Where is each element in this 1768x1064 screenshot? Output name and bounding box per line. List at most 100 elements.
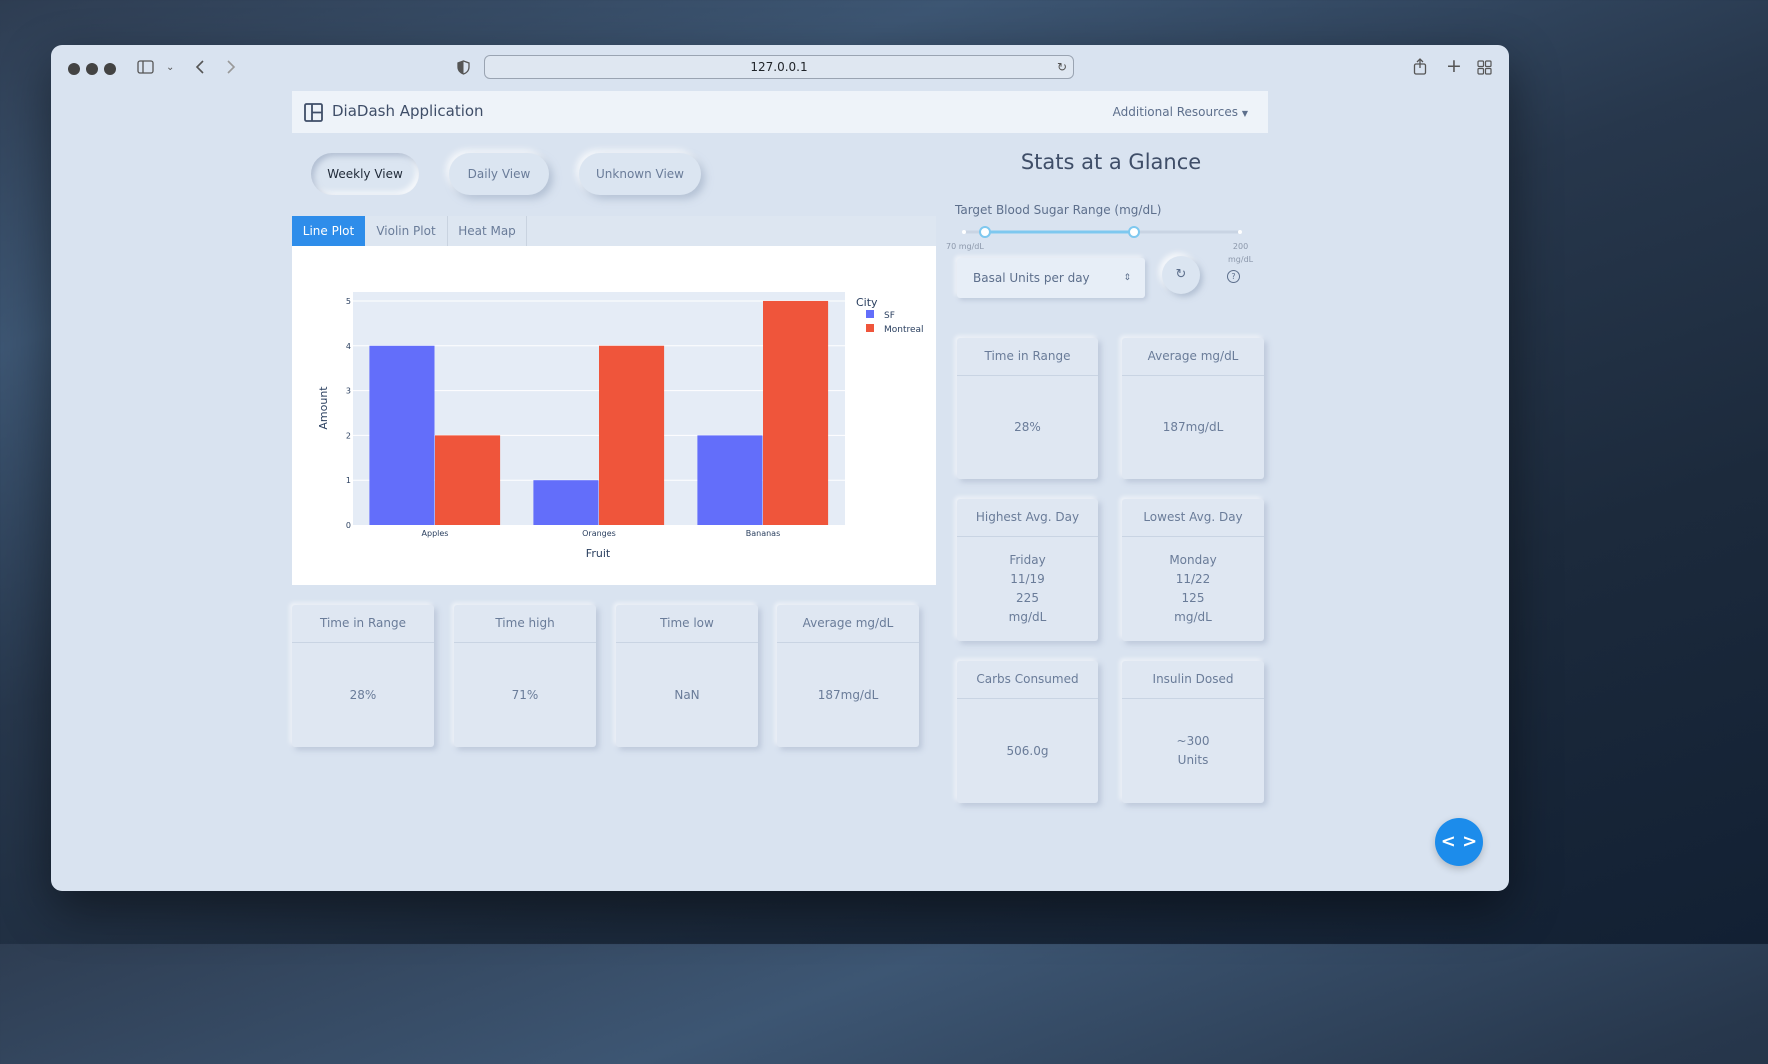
- y-axis-label: Amount: [317, 386, 330, 430]
- y-tick-label: 1: [346, 476, 351, 485]
- legend-item[interactable]: SF: [884, 311, 895, 321]
- x-tick-label: Bananas: [746, 529, 781, 538]
- card-value: 71%: [511, 687, 539, 702]
- code-icon: < >: [1440, 831, 1478, 852]
- slider-max-unit: mg/dL: [1228, 255, 1254, 264]
- tab-heat-map[interactable]: Heat Map: [448, 216, 527, 246]
- card-title: Time low: [616, 605, 758, 643]
- carbs-consumed-card: Carbs Consumed 506.0g: [957, 661, 1098, 803]
- legend-title: City: [856, 296, 878, 309]
- url-text: 127.0.0.1: [750, 60, 808, 74]
- y-tick-label: 5: [346, 297, 351, 306]
- card-title: Time high: [454, 605, 596, 643]
- card-value: 187mg/dL: [817, 687, 879, 702]
- chevron-down-icon[interactable]: ⌄: [166, 60, 174, 76]
- lowest-avg-day-card: Lowest Avg. Day Monday 11/22 125 mg/dL: [1122, 499, 1264, 641]
- chart-panel: 0 1 2 3 4 5 Apples Oranges Bananas Fruit Amount…: [292, 246, 936, 585]
- card-title: Lowest Avg. Day: [1122, 499, 1264, 537]
- slider-min-label: 70 mg/dL: [946, 242, 984, 251]
- card-title: Time in Range: [292, 605, 434, 643]
- refresh-button[interactable]: ↻: [1162, 256, 1200, 294]
- new-tab-icon[interactable]: +: [1446, 57, 1462, 76]
- bar-sf-bananas[interactable]: [697, 435, 763, 525]
- card-title: Carbs Consumed: [957, 661, 1098, 699]
- help-icon[interactable]: ?: [1227, 270, 1240, 283]
- legend-swatch[interactable]: [866, 310, 874, 318]
- slider-handle-low[interactable]: [979, 226, 991, 238]
- stats-title: Stats at a Glance: [1020, 150, 1202, 174]
- additional-resources-dropdown[interactable]: Additional Resources ▼: [1113, 105, 1248, 119]
- card-value: 28%: [349, 687, 377, 702]
- stats-average-card: Average mg/dL 187mg/dL: [1122, 338, 1264, 479]
- card-value: Monday 11/22 125 mg/dL: [1169, 553, 1217, 624]
- sidebar-toggle-icon[interactable]: [137, 60, 154, 77]
- code-toggle-button[interactable]: < >: [1435, 818, 1483, 866]
- bar-chart[interactable]: 0 1 2 3 4 5 Apples Oranges Bananas Fruit Amount…: [292, 246, 936, 585]
- card-value: NaN: [674, 687, 700, 702]
- tab-line-plot[interactable]: Line Plot: [292, 216, 365, 246]
- y-tick-label: 3: [346, 387, 351, 396]
- stats-time-in-range-card: Time in Range 28%: [957, 338, 1098, 479]
- x-axis-label: Fruit: [586, 547, 611, 560]
- bar-montreal-bananas[interactable]: [763, 300, 829, 525]
- tab-violin-plot[interactable]: Violin Plot: [365, 216, 448, 246]
- card-title: Time in Range: [957, 338, 1098, 376]
- x-tick-label: Oranges: [582, 529, 616, 538]
- additional-resources-label: Additional Resources: [1112, 105, 1239, 119]
- basal-units-input[interactable]: Basal Units per day ⇕: [957, 258, 1145, 298]
- slider-mark: [962, 230, 966, 234]
- time-low-card: Time low NaN: [616, 605, 758, 747]
- time-in-range-card: Time in Range 28%: [292, 605, 434, 747]
- refresh-icon: ↻: [1175, 267, 1187, 282]
- blood-sugar-range-slider[interactable]: [956, 223, 1256, 243]
- forward-icon[interactable]: [225, 59, 237, 78]
- insulin-dosed-card: Insulin Dosed ~300 Units: [1122, 661, 1264, 803]
- caret-down-icon: ▼: [1241, 109, 1248, 118]
- y-tick-label: 2: [346, 431, 351, 440]
- shield-icon[interactable]: [457, 60, 470, 78]
- unknown-view-button[interactable]: Unknown View: [579, 153, 701, 195]
- average-mgdl-card: Average mg/dL 187mg/dL: [777, 605, 919, 747]
- card-value: Friday 11/19 225 mg/dL: [1008, 553, 1047, 624]
- card-title: Highest Avg. Day: [957, 499, 1098, 537]
- brand-title[interactable]: DiaDash Application: [332, 102, 484, 120]
- card-title: Insulin Dosed: [1122, 661, 1264, 699]
- bar-sf-apples[interactable]: [369, 345, 435, 525]
- basal-units-placeholder: Basal Units per day: [973, 271, 1090, 285]
- slider-label: Target Blood Sugar Range (mg/dL): [955, 203, 1162, 217]
- daily-view-button[interactable]: Daily View: [449, 153, 549, 195]
- close-window-button[interactable]: [68, 63, 80, 75]
- slider-max-label: 200 mg/dL: [1228, 240, 1253, 266]
- weekly-view-button[interactable]: Weekly View: [311, 153, 419, 195]
- y-tick-label: 0: [346, 521, 351, 530]
- plot-tabs: Line Plot Violin Plot Heat Map: [292, 216, 936, 246]
- reload-icon[interactable]: ↻: [1057, 56, 1067, 78]
- legend-item[interactable]: Montreal: [884, 325, 924, 335]
- legend-swatch[interactable]: [866, 324, 874, 332]
- bar-sf-oranges[interactable]: [533, 480, 599, 525]
- y-tick-label: 4: [346, 342, 351, 351]
- slider-mark: [1238, 230, 1242, 234]
- back-icon[interactable]: [194, 59, 206, 78]
- card-value: 28%: [1014, 420, 1041, 434]
- minimize-window-button[interactable]: [86, 63, 98, 75]
- card-value: 506.0g: [1006, 743, 1049, 758]
- time-high-card: Time high 71%: [454, 605, 596, 747]
- spinner-icon[interactable]: ⇕: [1123, 258, 1131, 298]
- card-title: Average mg/dL: [777, 605, 919, 643]
- layout-icon: [304, 103, 323, 126]
- bar-montreal-oranges[interactable]: [599, 345, 665, 525]
- address-bar[interactable]: 127.0.0.1 ↻: [484, 55, 1074, 79]
- card-value: ~300 Units: [1176, 734, 1210, 767]
- browser-window: ⌄ 127.0.0.1 ↻ + DiaDash Application Addi…: [51, 45, 1509, 891]
- app-navbar: DiaDash Application Additional Resources…: [292, 91, 1268, 133]
- slider-handle-high[interactable]: [1128, 226, 1140, 238]
- highest-avg-day-card: Highest Avg. Day Friday 11/19 225 mg/dL: [957, 499, 1098, 641]
- slider-max-value: 200: [1232, 242, 1249, 251]
- bar-montreal-apples[interactable]: [435, 435, 501, 525]
- maximize-window-button[interactable]: [104, 63, 116, 75]
- card-value: 187mg/dL: [1162, 420, 1224, 434]
- card-title: Average mg/dL: [1122, 338, 1264, 376]
- share-icon[interactable]: [1413, 58, 1427, 78]
- tab-overview-icon[interactable]: [1477, 60, 1492, 78]
